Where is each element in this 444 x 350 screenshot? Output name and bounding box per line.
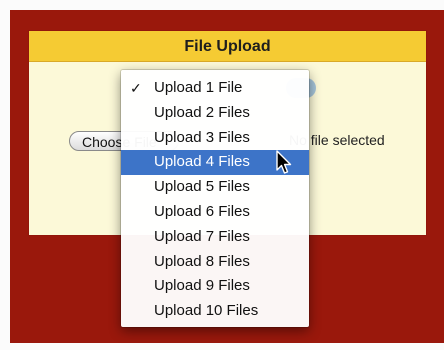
- menu-item-upload-1[interactable]: ✓ Upload 1 File: [121, 76, 309, 101]
- menu-item-label: Upload 8 Files: [154, 252, 250, 270]
- checkmark-icon: ✓: [130, 80, 142, 96]
- menu-item-label: Upload 6 Files: [154, 202, 250, 220]
- menu-item-upload-10[interactable]: Upload 10 Files: [121, 299, 309, 324]
- menu-item-label: Upload 4 Files: [154, 153, 250, 171]
- menu-item-label: Upload 10 Files: [154, 302, 259, 320]
- menu-item-label: Upload 2 Files: [154, 103, 250, 121]
- dropdown-options: ✓ Upload 1 File Upload 2 Files Upload 3 Fil…: [121, 76, 309, 324]
- menu-item-upload-9[interactable]: Upload 9 Files: [121, 274, 309, 299]
- menu-item-label: Upload 7 Files: [154, 227, 250, 245]
- menu-item-label: Upload 5 Files: [154, 178, 250, 196]
- menu-item-upload-6[interactable]: Upload 6 Files: [121, 200, 309, 225]
- menu-item-label: Upload 9 Files: [154, 277, 250, 295]
- menu-item-label: Upload 3 Files: [154, 128, 250, 146]
- menu-item-upload-5[interactable]: Upload 5 Files: [121, 175, 309, 200]
- upload-count-dropdown-menu: ✓ Upload 1 File Upload 2 Files Upload 3 Fil…: [121, 70, 309, 327]
- arrow-cursor-icon: [276, 150, 292, 174]
- menu-item-upload-7[interactable]: Upload 7 Files: [121, 225, 309, 250]
- menu-item-upload-8[interactable]: Upload 8 Files: [121, 250, 309, 275]
- panel-title: File Upload: [29, 31, 426, 62]
- menu-item-upload-3[interactable]: Upload 3 Files: [121, 126, 309, 151]
- menu-item-upload-2[interactable]: Upload 2 Files: [121, 101, 309, 126]
- menu-item-label: Upload 1 File: [154, 79, 243, 96]
